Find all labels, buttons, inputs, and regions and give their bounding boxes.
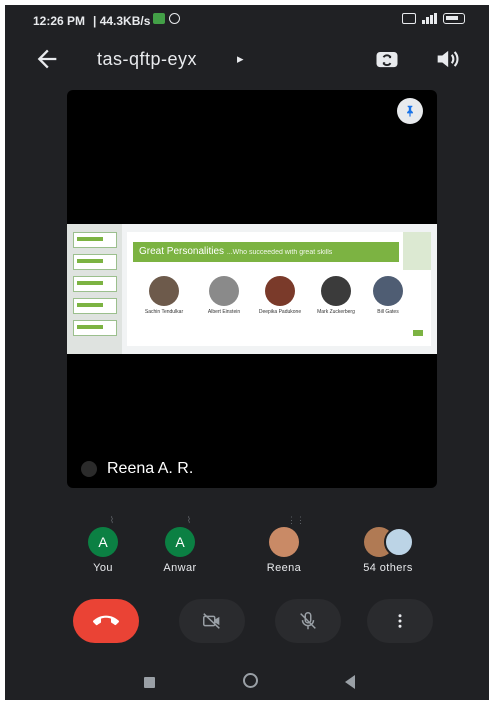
pin-button[interactable] [397,98,423,124]
slide-thumbnails [67,224,122,354]
slide-thumbnail [73,276,117,292]
mic-toggle-button[interactable] [275,599,341,643]
slide-title: Great Personalities [139,246,225,257]
call-controls [5,599,489,651]
person-name: Albert Einstein [207,309,241,315]
slide-person: Albert Einstein [199,276,249,315]
avatar [269,527,299,557]
participant-label: 54 others [363,562,413,574]
status-bar: 12:26 PM | 44.3KB/s [5,5,489,35]
slide-decoration [403,232,431,270]
speaker-icon[interactable] [433,45,461,73]
slide-thumbnail [73,254,117,270]
person-photo [321,276,351,306]
mic-off-icon [300,612,316,630]
person-photo [373,276,403,306]
participant-strip: ⌇ A You ⌇ A Anwar ⋮⋮ Reena 54 others [5,515,489,585]
home-icon[interactable] [243,673,258,688]
avatar: A [88,527,118,557]
participant-label: Reena [266,562,302,574]
shared-presentation: Great Personalities ...Who succeeded wit… [67,224,437,354]
person-photo [265,276,295,306]
meeting-details-caret-icon[interactable]: ▸ [237,51,244,67]
system-icons [402,13,465,24]
hang-up-icon [93,615,119,626]
person-name: Bill Gates [377,309,399,315]
more-vert-icon [398,614,402,628]
slide-thumbnail [73,320,117,336]
slide-person: Bill Gates [363,276,413,315]
participant-reena[interactable]: ⋮⋮ Reena [249,515,319,574]
slide-thumbnail [73,232,117,248]
audio-level-icon: ⋮⋮ [287,515,305,525]
participant-you[interactable]: ⌇ A You [68,515,138,574]
mic-muted-icon: ⌇ [109,515,115,525]
mic-muted-icon: ⌇ [186,515,192,525]
others-avatars [358,527,418,557]
app-notification-icon [153,13,165,24]
end-call-button[interactable] [73,599,139,643]
slide-decoration [413,330,423,336]
sync-notification-icon [169,13,180,24]
notification-icons [153,13,180,24]
avatar [384,527,414,557]
participant-label: Anwar [163,562,197,574]
avatar: A [165,527,195,557]
presenter-mic-icon [81,461,97,477]
presenter-video-tile[interactable]: Great Personalities ...Who succeeded wit… [67,90,437,488]
meet-screen: 12:26 PM | 44.3KB/s tas-qftp-eyx ▸ Great… [5,5,489,700]
recents-icon[interactable] [144,677,155,688]
slide-person: Sachin Tendulkar [139,276,189,315]
person-name: Sachin Tendulkar [144,309,184,315]
slide-thumbnail [73,298,117,314]
meeting-code[interactable]: tas-qftp-eyx [97,49,197,70]
back-arrow-icon[interactable] [33,45,61,73]
person-name: Mark Zuckerberg [317,309,355,315]
camera-off-icon [203,613,220,629]
person-name: Deepika Padukone [258,309,302,315]
participant-label: You [93,562,113,574]
presenter-name: Reena A. R. [107,460,194,477]
more-options-button[interactable] [367,599,433,643]
status-time: 12:26 PM [33,14,86,28]
person-photo [149,276,179,306]
slide-person: Mark Zuckerberg [311,276,361,315]
battery-icon [443,13,465,24]
system-nav-bar [5,667,489,700]
system-back-icon[interactable] [345,675,355,689]
slide-title-bar: Great Personalities ...Who succeeded wit… [133,242,399,262]
network-rate: | 44.3KB/s [93,14,151,28]
signal-icon [422,13,437,24]
presenter-name-label: Reena A. R. [81,460,193,478]
sim-icon [402,13,416,24]
participant-others[interactable]: 54 others [353,515,423,574]
current-slide: Great Personalities ...Who succeeded wit… [127,232,431,346]
participant-anwar[interactable]: ⌇ A Anwar [145,515,215,574]
person-photo [209,276,239,306]
pin-icon [407,105,413,117]
call-top-bar: tas-qftp-eyx ▸ [5,35,489,83]
slide-person: Deepika Padukone [255,276,305,315]
camera-toggle-button[interactable] [179,599,245,643]
slide-subtitle: ...Who succeeded with great skills [226,249,333,256]
switch-camera-icon[interactable] [373,45,401,73]
